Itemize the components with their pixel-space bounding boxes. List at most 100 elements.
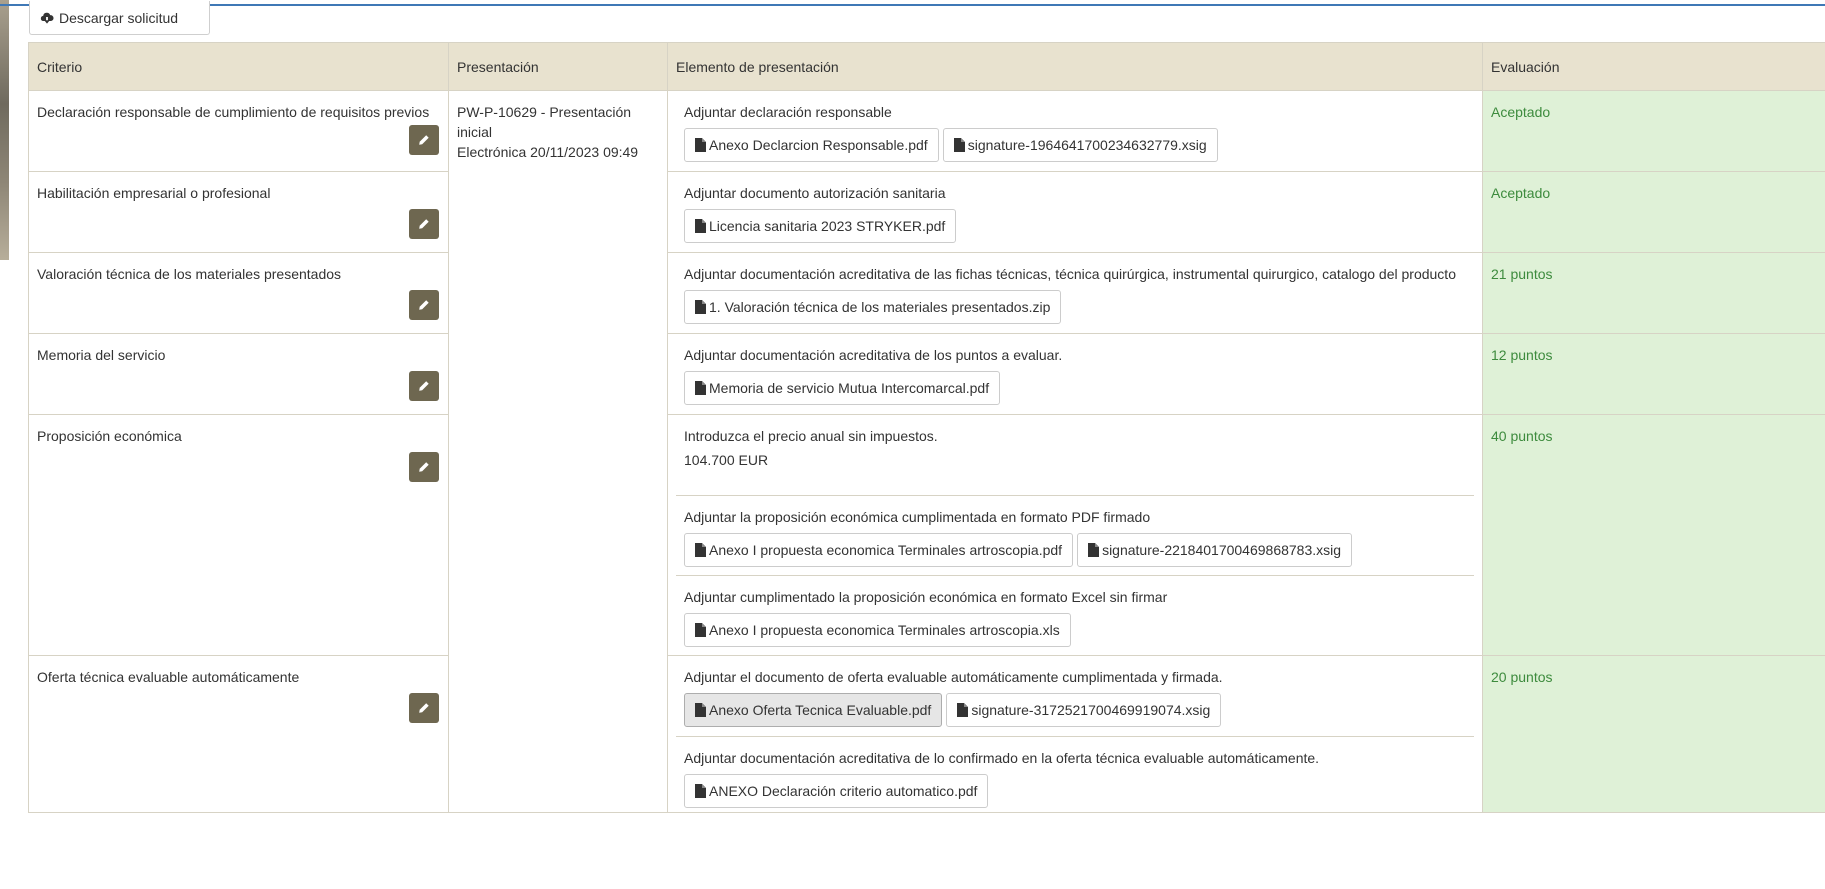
elemento-label: Adjuntar documentación acreditativa de l… (684, 750, 1320, 766)
edit-criterio-button[interactable] (409, 693, 439, 723)
file-download-button[interactable]: Anexo Declarcion Responsable.pdf (684, 128, 939, 162)
header-criterio: Criterio (28, 42, 449, 91)
file-icon (957, 703, 969, 717)
elemento-label: Adjuntar cumplimentado la proposición ec… (684, 589, 1168, 605)
header-presentacion: Presentación (448, 42, 668, 91)
header-elemento: Elemento de presentación (667, 42, 1483, 91)
file-icon (695, 138, 706, 152)
file-name: Anexo I propuesta economica Terminales a… (709, 542, 1063, 558)
criterio-cell: Memoria del servicio (28, 333, 449, 415)
file-icon (695, 300, 706, 314)
evaluacion-cell: 40 puntos (1482, 414, 1825, 656)
file-download-button[interactable]: signature-1964641700234632779.xsig (942, 128, 1218, 162)
presentacion-line: PW-P-10629 - Presentación inicial (457, 104, 632, 140)
file-list: Licencia sanitaria 2023 STRYKER.pdf (684, 209, 1466, 243)
file-list: Anexo Oferta Tecnica Evaluable.pdf signat… (684, 693, 1466, 727)
elemento-item: Adjuntar documentación acreditativa de l… (676, 334, 1474, 414)
evaluacion-cell: 12 puntos (1482, 333, 1825, 415)
pencil-icon (418, 299, 430, 311)
criteria-table: Criterio Presentación Elemento de presen… (28, 42, 1825, 813)
evaluacion-cell: 21 puntos (1482, 252, 1825, 334)
download-request-button[interactable]: Descargar solicitud (29, 1, 210, 35)
pencil-icon (418, 218, 430, 230)
evaluacion-value: 21 puntos (1491, 266, 1553, 282)
file-name: signature-3172521700469919074.xsig (971, 702, 1211, 718)
table-row: Proposición económica Introduzca el preci… (28, 414, 1825, 656)
elemento-item: Adjuntar cumplimentado la proposición ec… (676, 575, 1474, 655)
elemento-label: Adjuntar documentación acreditativa de l… (684, 266, 1456, 282)
file-name: ANEXO Declaración criterio automatico.pd… (709, 783, 978, 799)
criterio-cell: Oferta técnica evaluable automáticamente (28, 655, 449, 813)
elemento-item: Adjuntar el documento de oferta evaluabl… (676, 656, 1474, 736)
edit-criterio-button[interactable] (409, 290, 439, 320)
evaluacion-cell: 20 puntos (1482, 655, 1825, 813)
file-list: 1. Valoración técnica de los materiales … (684, 290, 1466, 324)
file-name: Anexo Declarcion Responsable.pdf (709, 137, 928, 153)
file-list: ANEXO Declaración criterio automatico.pd… (684, 774, 1466, 808)
elemento-label: Introduzca el precio anual sin impuestos… (684, 428, 938, 444)
criterio-label: Habilitación empresarial o profesional (37, 185, 271, 201)
file-download-button[interactable]: Licencia sanitaria 2023 STRYKER.pdf (684, 209, 957, 243)
elemento-label: Adjuntar documentación acreditativa de l… (684, 347, 1063, 363)
elemento-item: Adjuntar documentación acreditativa de l… (676, 253, 1474, 333)
presentacion-text: PW-P-10629 - Presentación inicial Electró… (457, 91, 659, 162)
pencil-icon (418, 134, 430, 146)
elemento-item: Introduzca el precio anual sin impuestos… (676, 415, 1474, 495)
background-strip (0, 0, 9, 260)
criterio-label: Declaración responsable de cumplimiento … (37, 104, 430, 120)
elemento-cell: Adjuntar documentación acreditativa de l… (667, 252, 1483, 334)
elemento-label: Adjuntar el documento de oferta evaluabl… (684, 669, 1223, 685)
file-download-button[interactable]: Anexo I propuesta economica Terminales a… (684, 533, 1074, 567)
elemento-label: Adjuntar documento autorización sanitari… (684, 185, 946, 201)
criterio-cell: Habilitación empresarial o profesional (28, 171, 449, 253)
file-icon (1088, 543, 1100, 557)
download-request-label: Descargar solicitud (59, 9, 179, 26)
top-border-line (0, 4, 1825, 6)
file-icon (695, 623, 706, 637)
evaluacion-value: 12 puntos (1491, 347, 1553, 363)
elemento-label: Adjuntar la proposición económica cumpli… (684, 509, 1151, 525)
edit-criterio-button[interactable] (409, 371, 439, 401)
file-download-button[interactable]: signature-3172521700469919074.xsig (946, 693, 1222, 727)
elemento-item: Adjuntar declaración responsable Anexo De… (676, 91, 1474, 171)
table-row: Valoración técnica de los materiales pre… (28, 252, 1825, 334)
table-body: Declaración responsable de cumplimiento … (28, 90, 1825, 813)
criterio-cell: Valoración técnica de los materiales pre… (28, 252, 449, 334)
elemento-cell: Introduzca el precio anual sin impuestos… (667, 414, 1483, 656)
edit-criterio-button[interactable] (409, 209, 439, 239)
presentacion-line: Electrónica 20/11/2023 09:49 (457, 144, 639, 160)
criterio-label: Memoria del servicio (37, 347, 166, 363)
evaluacion-value: Aceptado (1491, 104, 1551, 120)
evaluacion-cell: Aceptado (1482, 171, 1825, 253)
edit-criterio-button[interactable] (409, 125, 439, 155)
edit-criterio-button[interactable] (409, 452, 439, 482)
file-name: Anexo Oferta Tecnica Evaluable.pdf (709, 702, 932, 718)
file-name: Anexo I propuesta economica Terminales a… (709, 622, 1060, 638)
file-download-button[interactable]: ANEXO Declaración criterio automatico.pd… (684, 774, 989, 808)
file-icon (953, 138, 965, 152)
pencil-icon (418, 380, 430, 392)
evaluacion-value: Aceptado (1491, 185, 1551, 201)
file-name: 1. Valoración técnica de los materiales … (709, 299, 1051, 315)
file-download-button[interactable]: signature-2218401700469868783.xsig (1077, 533, 1353, 567)
evaluacion-value: 40 puntos (1491, 428, 1553, 444)
file-icon (695, 381, 706, 395)
elemento-cell: Adjuntar el documento de oferta evaluabl… (667, 655, 1483, 813)
file-download-button[interactable]: Anexo I propuesta economica Terminales a… (684, 613, 1071, 647)
elemento-item: Adjuntar documentación acreditativa de l… (676, 736, 1474, 812)
file-icon (695, 703, 706, 717)
file-download-button[interactable]: 1. Valoración técnica de los materiales … (684, 290, 1062, 324)
table-header-row: Criterio Presentación Elemento de presen… (28, 42, 1825, 91)
file-download-button[interactable]: Memoria de servicio Mutua Intercomarcal.… (684, 371, 1001, 405)
file-name: signature-1964641700234632779.xsig (967, 137, 1207, 153)
file-name: Memoria de servicio Mutua Intercomarcal.… (709, 380, 990, 396)
elemento-value: 104.700 EUR (684, 452, 769, 468)
file-name: Licencia sanitaria 2023 STRYKER.pdf (709, 218, 946, 234)
file-download-button[interactable]: Anexo Oferta Tecnica Evaluable.pdf (684, 693, 943, 727)
elemento-cell: Adjuntar declaración responsable Anexo De… (667, 90, 1483, 172)
evaluacion-cell: Aceptado (1482, 90, 1825, 172)
file-icon (695, 543, 706, 557)
pencil-icon (418, 702, 430, 714)
table-row: Oferta técnica evaluable automáticamente… (28, 655, 1825, 813)
table-row: Habilitación empresarial o profesional Ad… (28, 171, 1825, 253)
